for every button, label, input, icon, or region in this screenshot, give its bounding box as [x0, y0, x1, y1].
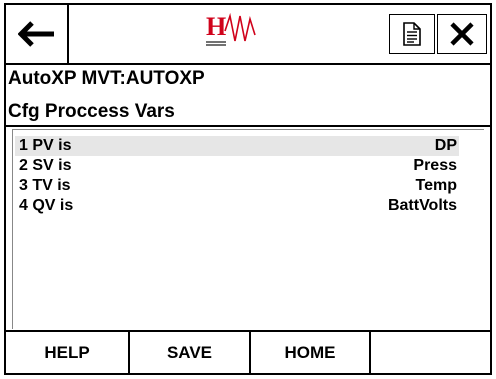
pv-value: DP	[434, 137, 457, 154]
device-title: AutoXP MVT:AUTOXP	[8, 68, 205, 89]
hartware-logo: H	[206, 11, 276, 51]
qv-label: 4 QV is	[19, 197, 74, 214]
sv-value: Press	[413, 157, 457, 174]
svg-text:H: H	[206, 12, 226, 41]
variables-list: 1 PV is DP 2 SV is Press 3 TV is Temp 4 …	[12, 129, 484, 329]
qv-value: BattVolts	[387, 197, 457, 214]
header-divider	[6, 63, 490, 65]
document-button[interactable]	[389, 14, 435, 54]
save-button[interactable]: SAVE	[130, 332, 251, 373]
empty-function-button[interactable]	[371, 332, 490, 373]
pv-label: 1 PV is	[19, 137, 72, 154]
home-button[interactable]: HOME	[251, 332, 371, 373]
close-icon	[450, 22, 474, 46]
list-item-qv[interactable]: 4 QV is BattVolts	[15, 196, 459, 216]
top-bar: H	[6, 5, 490, 63]
left-arrow-icon	[17, 21, 54, 47]
tv-value: Temp	[415, 177, 457, 194]
help-button[interactable]: HELP	[6, 332, 130, 373]
list-item-tv[interactable]: 3 TV is Temp	[15, 176, 459, 196]
back-button[interactable]	[6, 5, 69, 63]
title-divider	[6, 125, 490, 127]
sv-label: 2 SV is	[19, 157, 72, 174]
screen-title: Cfg Proccess Vars	[8, 101, 175, 122]
document-icon	[403, 22, 421, 46]
function-key-bar: HELP SAVE HOME	[6, 330, 490, 373]
tv-label: 3 TV is	[19, 177, 71, 194]
app-window: H AutoXP MVT:AUTOXP Cfg Proccess Vars 1 …	[4, 3, 492, 375]
list-item-sv[interactable]: 2 SV is Press	[15, 156, 459, 176]
list-item-pv[interactable]: 1 PV is DP	[15, 136, 459, 156]
close-button[interactable]	[437, 14, 487, 54]
